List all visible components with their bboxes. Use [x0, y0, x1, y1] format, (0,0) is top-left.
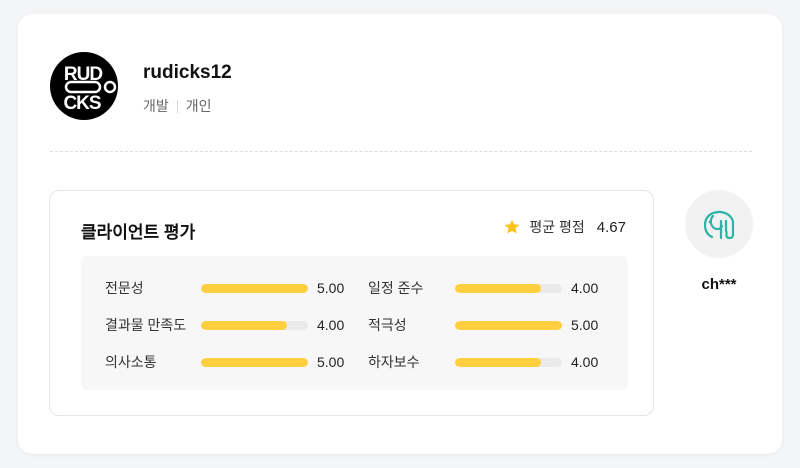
score-bar [455, 320, 562, 330]
star-icon [505, 219, 520, 234]
score-value: 4.00 [317, 317, 345, 333]
score-label: 전문성 [105, 280, 144, 296]
average-rating: 평균 평점 4.67 [503, 217, 626, 237]
score-label: 하자보수 [368, 354, 420, 370]
score-value: 4.00 [571, 354, 599, 370]
score-value: 5.00 [317, 280, 345, 296]
section-divider [50, 151, 752, 152]
tag-separator [176, 99, 178, 113]
score-bar-fill [455, 283, 541, 293]
score-bar-fill [201, 320, 287, 330]
score-label: 결과물 만족도 [105, 317, 187, 333]
score-bar [455, 283, 562, 293]
score-row: 일정 준수 4.00 [368, 278, 598, 298]
score-row: 적극성 5.00 [368, 315, 598, 335]
profile-tags: 개발 개인 [143, 96, 212, 116]
score-bar [201, 320, 308, 330]
score-label: 의사소통 [105, 354, 157, 370]
score-label: 일정 준수 [368, 280, 424, 296]
reviewer-name: ch*** [701, 276, 737, 293]
score-value: 5.00 [571, 317, 599, 333]
score-bar-fill [455, 357, 541, 367]
score-row: 전문성 5.00 [105, 278, 344, 298]
average-rating-label: 평균 평점 [529, 219, 585, 235]
score-grid: 전문성 5.00 일정 준수 4.00 결과물 만족도 4.00 적극성 5.0… [81, 256, 628, 390]
score-row: 결과물 만족도 4.00 [105, 315, 344, 335]
score-bar-fill [201, 357, 308, 367]
review-title: 클라이언트 평가 [81, 223, 196, 242]
average-rating-value: 4.67 [596, 218, 626, 236]
tag-category: 개발 [143, 98, 169, 114]
username: rudicks12 [143, 62, 232, 83]
elephant-icon [703, 210, 735, 240]
svg-text:CKS: CKS [63, 93, 100, 114]
profile-card: RUD CKS rudicks12 개발 개인 클라이언트 평가 평균 평점 4… [18, 14, 782, 454]
score-bar [455, 357, 562, 367]
score-row: 의사소통 5.00 [105, 352, 344, 372]
score-bar [201, 357, 308, 367]
client-review-panel: 클라이언트 평가 평균 평점 4.67 전문성 5.00 일정 준수 4.00 … [49, 190, 654, 416]
score-bar [201, 283, 308, 293]
score-bar-fill [455, 320, 562, 330]
reviewer-avatar [685, 190, 753, 258]
score-bar-fill [201, 283, 308, 293]
company-logo: RUD CKS [50, 52, 118, 120]
score-value: 5.00 [317, 354, 345, 370]
tag-type: 개인 [185, 98, 212, 114]
score-row: 하자보수 4.00 [368, 352, 598, 372]
score-label: 적극성 [368, 317, 407, 333]
score-value: 4.00 [571, 280, 599, 296]
